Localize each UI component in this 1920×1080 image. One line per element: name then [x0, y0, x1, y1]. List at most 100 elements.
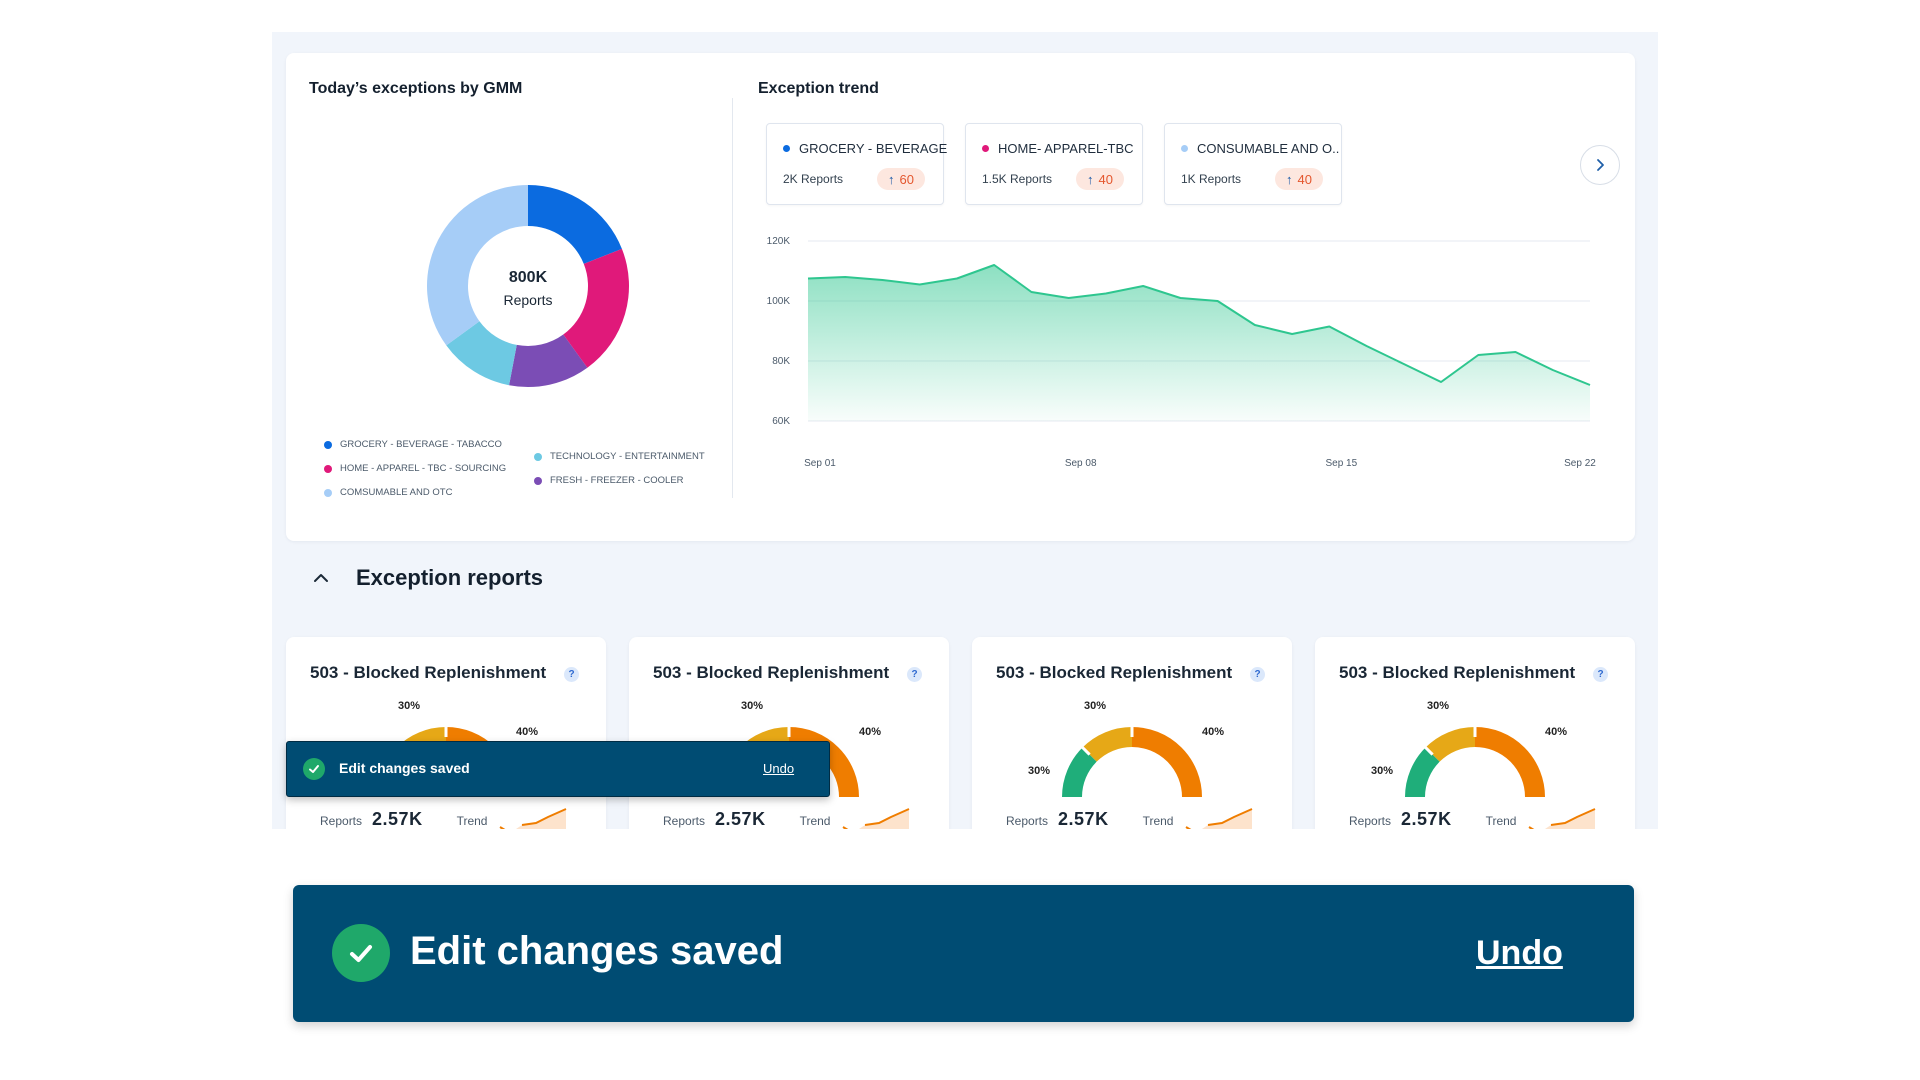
toast-message: Edit changes saved: [410, 929, 784, 973]
x-tick-label: Sep 22: [1564, 458, 1596, 469]
arrow-up-icon: ↑: [1286, 171, 1293, 187]
series-label: HOME- APPAREL-TBC: [998, 141, 1134, 156]
next-series-button[interactable]: [1580, 145, 1620, 185]
series-reports: 2K Reports: [783, 172, 844, 186]
check-icon: [332, 924, 390, 982]
series-dot: [1181, 145, 1188, 152]
exception-reports-header[interactable]: Exception reports: [310, 562, 543, 594]
trend-area: [808, 265, 1590, 421]
series-name: GROCERY - BEVERAGE: [783, 141, 947, 156]
legend-label: TECHNOLOGY - ENTERTAINMENT: [550, 451, 705, 462]
report-title: 503 - Blocked Replenishment: [653, 663, 890, 682]
delta-badge: ↑ 40: [1076, 168, 1124, 190]
x-tick-label: Sep 08: [1065, 458, 1097, 469]
trend-label: Trend: [456, 814, 488, 828]
legend-item: TECHNOLOGY - ENTERTAINMENT: [534, 451, 705, 462]
y-tick-label: 100K: [767, 296, 791, 307]
legend-item: FRESH - FREEZER - COOLER: [534, 475, 684, 486]
trend-sparkline: [1528, 808, 1596, 829]
reports-label: Reports: [1349, 814, 1392, 828]
gmm-card-title: Today’s exceptions by GMM: [309, 80, 523, 97]
gauge-segment-yellow: [1082, 727, 1133, 762]
arrow-up-icon: ↑: [888, 171, 895, 187]
dashboard-frame: Today’s exceptions by GMM 800K Reports G…: [272, 32, 1658, 829]
legend-label: FRESH - FREEZER - COOLER: [550, 475, 684, 486]
help-icon[interactable]: ?: [1250, 667, 1265, 682]
trend-label: Trend: [1485, 814, 1517, 828]
reports-label: Reports: [320, 814, 363, 828]
undo-link[interactable]: Undo: [763, 761, 794, 776]
report-summary: Reports 2.57K Trend: [1006, 809, 1173, 829]
delta-value: 60: [899, 171, 914, 187]
report-summary: Reports 2.57K Trend: [1349, 809, 1516, 829]
series-dot: [783, 145, 790, 152]
help-icon[interactable]: ?: [564, 667, 579, 682]
help-icon[interactable]: ?: [1593, 667, 1608, 682]
legend-item: GROCERY - BEVERAGE - TABACCO: [324, 439, 502, 450]
legend-item: COMSUMABLE AND OTC: [324, 487, 452, 498]
gauge-chart: [1062, 724, 1202, 798]
gauge-pct-top: 30%: [1084, 700, 1107, 712]
donut-center-label: Reports: [503, 292, 553, 308]
legend-label: GROCERY - BEVERAGE - TABACCO: [340, 439, 502, 450]
gauge-segment-orange: [1474, 727, 1545, 798]
section-title: Exception reports: [356, 565, 544, 590]
reports-value: 2.57K: [1058, 809, 1109, 829]
series-card-grocery[interactable]: GROCERY - BEVERAGE 2K Reports ↑ 60: [766, 123, 947, 205]
legend-dot: [534, 476, 542, 485]
trend-card-title: Exception trend: [758, 80, 879, 97]
legend-label: COMSUMABLE AND OTC: [340, 487, 453, 498]
report-summary: Reports 2.57K Trend: [663, 809, 830, 829]
legend-item: HOME - APPAREL - TBC - SOURCING: [324, 463, 506, 474]
report-title: 503 - Blocked Replenishment: [310, 663, 547, 682]
legend-dot: [324, 464, 332, 473]
chevron-right-icon: [1597, 159, 1604, 171]
gauge-pct-top: 30%: [398, 700, 421, 712]
arrow-up-icon: ↑: [1087, 171, 1094, 187]
report-card[interactable]: 503 - Blocked Replenishment? 30% 30% 40% Rep…: [1315, 637, 1635, 829]
report-card[interactable]: 503 - Blocked Replenishment?30%30%40%Rep…: [286, 637, 606, 829]
legend-dot: [324, 488, 332, 497]
reports-value: 2.57K: [372, 809, 423, 829]
report-title: 503 - Blocked Replenishment: [996, 663, 1233, 682]
check-icon: [303, 758, 325, 780]
delta-value: 40: [1297, 171, 1312, 187]
report-card[interactable]: 503 - Blocked Replenishment?30%30%40%Rep…: [972, 637, 1292, 829]
gauge-segment-green: [1062, 747, 1097, 798]
gauge-pct-right: 40%: [1202, 726, 1225, 738]
x-tick-label: Sep 15: [1325, 458, 1357, 469]
series-dot: [982, 145, 989, 152]
series-card-consumable[interactable]: CONSUMABLE AND O.. 1K Reports ↑ 40: [1164, 123, 1342, 205]
delta-value: 40: [1098, 171, 1113, 187]
reports-label: Reports: [663, 814, 706, 828]
trend-sparkline: [842, 808, 910, 829]
undo-link[interactable]: Undo: [1476, 934, 1563, 973]
report-card[interactable]: 503 - Blocked Replenishment?30%30%40%Rep…: [629, 637, 949, 829]
reports-value: 2.57K: [715, 809, 766, 829]
y-tick-label: 60K: [772, 416, 790, 427]
trend-label: Trend: [1142, 814, 1174, 828]
report-title: 503 - Blocked Replenishment: [1339, 663, 1576, 682]
series-card-home[interactable]: HOME- APPAREL-TBC 1.5K Reports ↑ 40: [965, 123, 1143, 205]
series-reports: 1K Reports: [1181, 172, 1242, 186]
gauge-segment-orange: [1131, 727, 1202, 798]
donut-slice[interactable]: [427, 185, 528, 346]
gmm-legend: GROCERY - BEVERAGE - TABACCO HOME - APPA…: [324, 439, 724, 519]
delta-badge: ↑ 60: [877, 168, 925, 190]
chevron-up-icon[interactable]: [310, 567, 332, 589]
gauge-pct-left: 30%: [1371, 765, 1394, 777]
gauge-pct-right: 40%: [859, 726, 882, 738]
reports-value: 2.57K: [1401, 809, 1452, 829]
gauge-chart: [1405, 724, 1545, 798]
help-icon[interactable]: ?: [907, 667, 922, 682]
gauge-pct-right: 40%: [1545, 726, 1568, 738]
legend-dot: [534, 452, 542, 461]
donut-slice[interactable]: [528, 185, 622, 264]
card-divider: [732, 98, 733, 498]
series-reports: 1.5K Reports: [982, 172, 1053, 186]
gauge-segment-green: [1405, 747, 1440, 798]
y-tick-label: 80K: [772, 356, 790, 367]
donut-center-value: 800K: [508, 269, 548, 286]
reports-label: Reports: [1006, 814, 1049, 828]
gauge-pct-top: 30%: [1427, 700, 1450, 712]
